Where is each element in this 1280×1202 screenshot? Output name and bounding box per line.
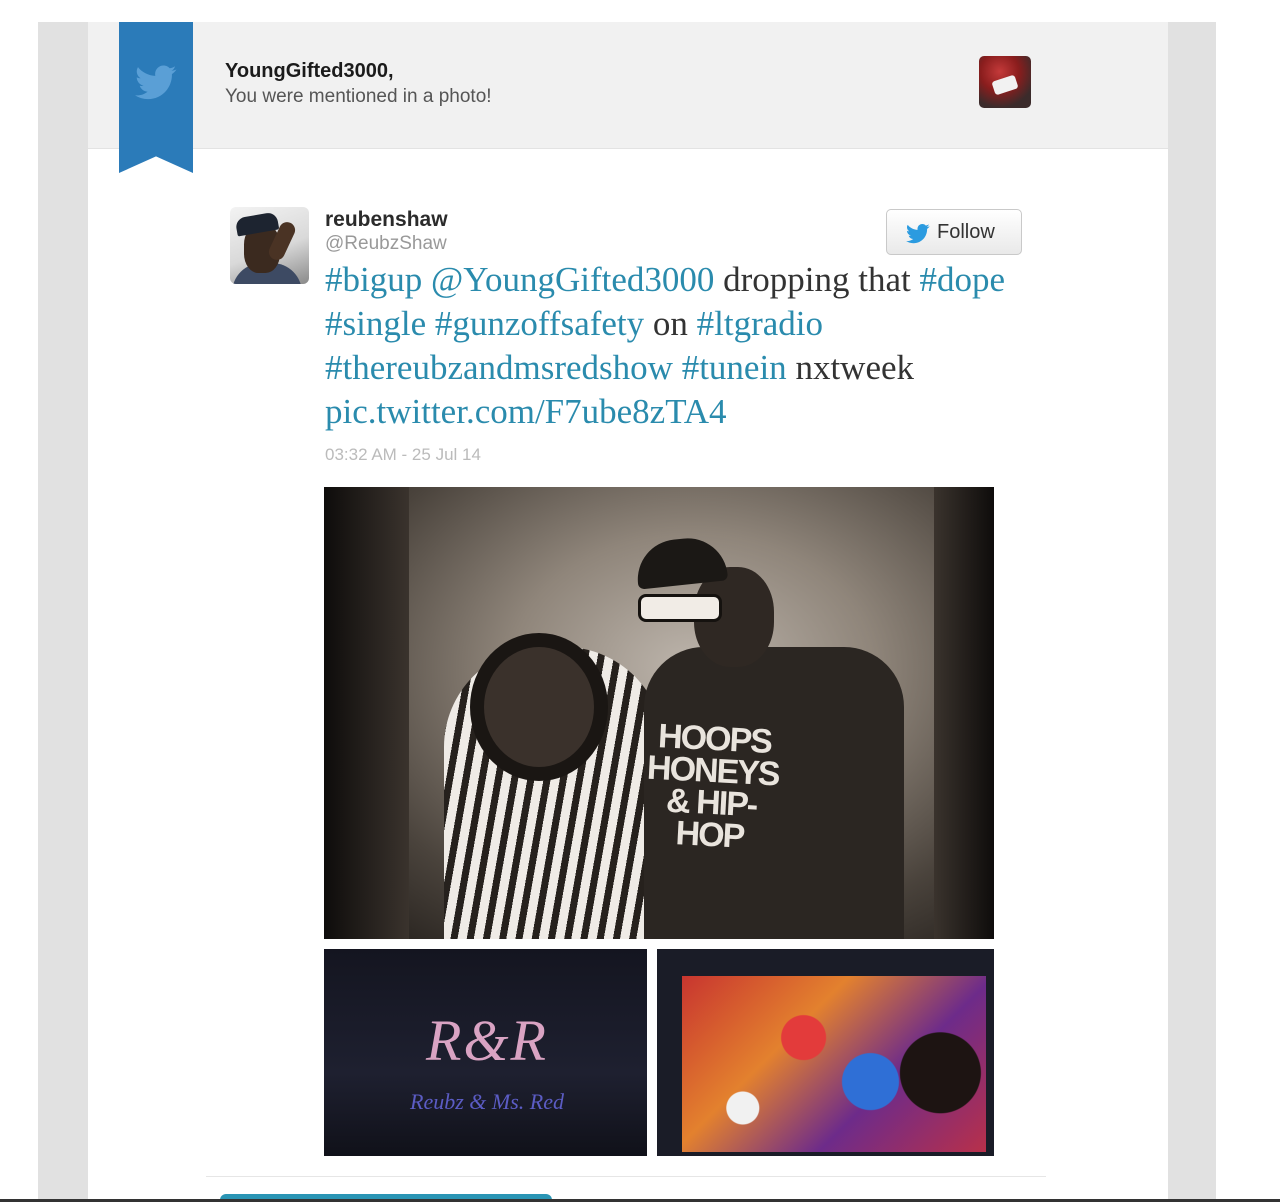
- twitter-bird-icon: [135, 65, 177, 100]
- follow-button[interactable]: Follow: [886, 209, 1022, 255]
- recipient-avatar[interactable]: [979, 56, 1031, 108]
- pic-link[interactable]: pic.twitter.com/F7ube8zTA4: [325, 392, 727, 431]
- tweet-text: #bigup @YoungGifted3000 dropping that #d…: [325, 258, 1025, 434]
- hashtag-link[interactable]: #ltgradio: [697, 304, 823, 343]
- hashtag-link[interactable]: #dope: [920, 260, 1006, 299]
- rr-logo-text: R&R: [426, 1008, 548, 1073]
- author-avatar[interactable]: [230, 207, 309, 284]
- tweet-timestamp[interactable]: 03:32 AM - 25 Jul 14: [325, 445, 481, 465]
- hashtag-link[interactable]: #gunzoffsafety: [435, 304, 644, 343]
- tweet-word: on: [652, 304, 688, 343]
- notification-message: You were mentioned in a photo!: [225, 86, 492, 107]
- footer-divider: [206, 1176, 1046, 1177]
- mention-link[interactable]: @YoungGifted3000: [431, 260, 714, 299]
- shirt-print-text: HOOPS HONEYS & HIP-HOP: [646, 717, 780, 856]
- author-name[interactable]: reubenshaw: [325, 208, 448, 232]
- hashtag-link[interactable]: #thereubzandmsredshow: [325, 348, 673, 387]
- hashtag-link[interactable]: #tunein: [682, 348, 787, 387]
- author-handle[interactable]: @ReubzShaw: [325, 233, 447, 255]
- twitter-bird-icon: [906, 224, 930, 244]
- rr-logo-subtext: Reubz & Ms. Red: [410, 1089, 564, 1114]
- tweet-photo-logo[interactable]: R&R Reubz & Ms. Red: [324, 949, 647, 1156]
- tweet-photo-main[interactable]: HOOPS HONEYS & HIP-HOP: [324, 487, 994, 939]
- hashtag-link[interactable]: #bigup: [325, 260, 422, 299]
- tweet-word: dropping that: [723, 260, 911, 299]
- notification-recipient: YoungGifted3000,: [225, 60, 394, 82]
- hashtag-link[interactable]: #single: [325, 304, 426, 343]
- tweet-photo-collage[interactable]: [657, 949, 994, 1156]
- follow-label: Follow: [937, 221, 995, 243]
- twitter-ribbon: [119, 22, 193, 173]
- tweet-word: nxtweek: [795, 348, 915, 387]
